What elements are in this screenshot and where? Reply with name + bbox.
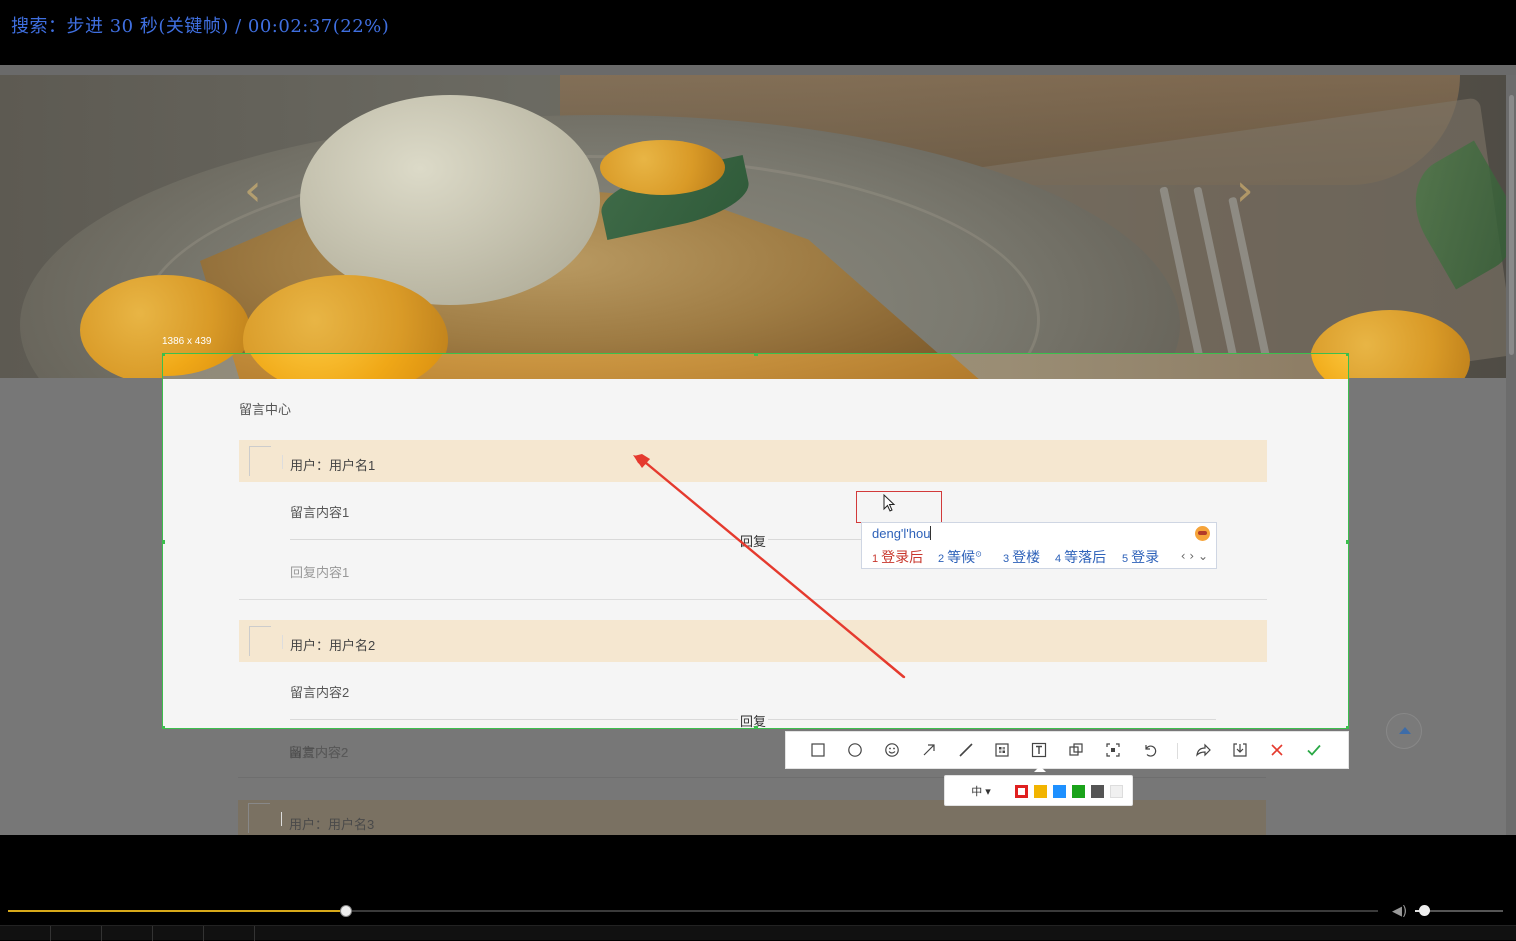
text-icon[interactable] bbox=[1030, 741, 1048, 759]
back-to-top-button[interactable] bbox=[1386, 713, 1422, 749]
download-icon[interactable] bbox=[1231, 741, 1249, 759]
message-content: 留言内容1 bbox=[290, 505, 350, 520]
message-user: 用户：用户名1 bbox=[290, 458, 376, 473]
selection-size-label: 1386 x 439 bbox=[162, 336, 212, 347]
frame-top-bar bbox=[0, 65, 1516, 75]
resize-handle[interactable] bbox=[754, 726, 758, 728]
volume-icon[interactable]: ◀) bbox=[1392, 904, 1407, 919]
confirm-icon[interactable] bbox=[1305, 741, 1323, 759]
copy-icon[interactable] bbox=[1067, 741, 1085, 759]
mouse-cursor-icon bbox=[883, 494, 896, 512]
avatar bbox=[249, 626, 283, 656]
ime-candidate[interactable]: 4 等落后 bbox=[1055, 547, 1106, 567]
emoji-icon[interactable] bbox=[883, 741, 901, 759]
ocr-icon[interactable] bbox=[1104, 741, 1122, 759]
ime-candidate-window[interactable]: deng'l'hou 1 登录后 2 等候⊙ 3 登楼 4 等落后 5 登录 ‹ › ⌄ bbox=[861, 522, 1217, 569]
line-icon[interactable] bbox=[957, 741, 975, 759]
resize-handle[interactable] bbox=[1346, 540, 1348, 544]
message-content: 留言内容2 bbox=[290, 685, 350, 700]
message-header: 用户：用户名2 bbox=[239, 620, 1267, 662]
color-swatch-gray[interactable] bbox=[1091, 785, 1104, 798]
resize-handle[interactable] bbox=[163, 726, 165, 728]
color-swatch-green[interactable] bbox=[1072, 785, 1085, 798]
color-swatch-blue[interactable] bbox=[1053, 785, 1066, 798]
ime-page-nav[interactable]: ‹ › ⌄ bbox=[1181, 549, 1208, 563]
color-swatch-red[interactable] bbox=[1015, 785, 1028, 798]
ime-candidate[interactable]: 3 登楼 bbox=[1003, 547, 1040, 567]
seek-knob[interactable] bbox=[339, 905, 352, 917]
reply-content: 回复内容1 bbox=[290, 565, 350, 580]
resize-handle[interactable] bbox=[163, 354, 165, 356]
ime-candidate[interactable]: 2 等候⊙ bbox=[938, 547, 982, 567]
ime-candidate[interactable]: 5 登录 bbox=[1122, 547, 1159, 567]
share-icon[interactable] bbox=[1194, 741, 1212, 759]
reply-content: 回复内容2 bbox=[289, 745, 349, 760]
font-size-select[interactable]: 中 ▾ bbox=[957, 781, 1005, 801]
ellipse-icon[interactable] bbox=[846, 741, 864, 759]
message-user: 用户：用户名2 bbox=[290, 638, 376, 653]
carousel-next-icon[interactable]: › bbox=[1236, 165, 1254, 216]
reply-button[interactable]: 回复 bbox=[738, 531, 769, 550]
carousel-prev-icon[interactable]: ‹ bbox=[244, 165, 262, 216]
resize-handle[interactable] bbox=[163, 540, 165, 544]
mosaic-icon[interactable] bbox=[993, 741, 1011, 759]
resize-handle[interactable] bbox=[1346, 354, 1348, 356]
message-user: 用户：用户名3 bbox=[289, 817, 375, 832]
scrollbar-thumb[interactable] bbox=[1509, 95, 1514, 355]
ice-cream-image bbox=[300, 95, 600, 305]
page-scrollbar[interactable] bbox=[1506, 75, 1516, 835]
ime-logo-icon[interactable] bbox=[1195, 526, 1210, 541]
cancel-icon[interactable] bbox=[1268, 741, 1286, 759]
ime-candidate[interactable]: 1 登录后 bbox=[872, 547, 923, 567]
avatar bbox=[249, 446, 283, 476]
hero-banner: ‹ › bbox=[0, 75, 1506, 378]
avatar bbox=[248, 803, 282, 833]
arrow-icon[interactable] bbox=[920, 741, 938, 759]
message-center-title: 留言中心 bbox=[239, 402, 292, 417]
reply-button[interactable]: 回复 bbox=[738, 711, 769, 728]
resize-handle[interactable] bbox=[754, 354, 758, 356]
annotation-text-box[interactable] bbox=[856, 491, 942, 523]
volume-knob[interactable] bbox=[1418, 905, 1430, 916]
color-swatch-white[interactable] bbox=[1110, 785, 1123, 798]
ime-composition: deng'l'hou bbox=[872, 526, 932, 541]
text-style-bar: 中 ▾ bbox=[944, 775, 1133, 806]
screenshot-toolbar bbox=[785, 731, 1349, 772]
resize-handle[interactable] bbox=[1346, 726, 1348, 728]
playback-osd: 搜索：步进 30 秒(关键帧) / 00:02:37(22%) bbox=[11, 16, 390, 37]
undo-icon[interactable] bbox=[1141, 741, 1159, 759]
player-bottom-strip bbox=[0, 925, 1516, 941]
message-header: 用户：用户名1 bbox=[239, 440, 1267, 482]
rectangle-icon[interactable] bbox=[809, 741, 827, 759]
seek-bar-progress bbox=[8, 910, 346, 912]
color-swatch-yellow[interactable] bbox=[1034, 785, 1047, 798]
